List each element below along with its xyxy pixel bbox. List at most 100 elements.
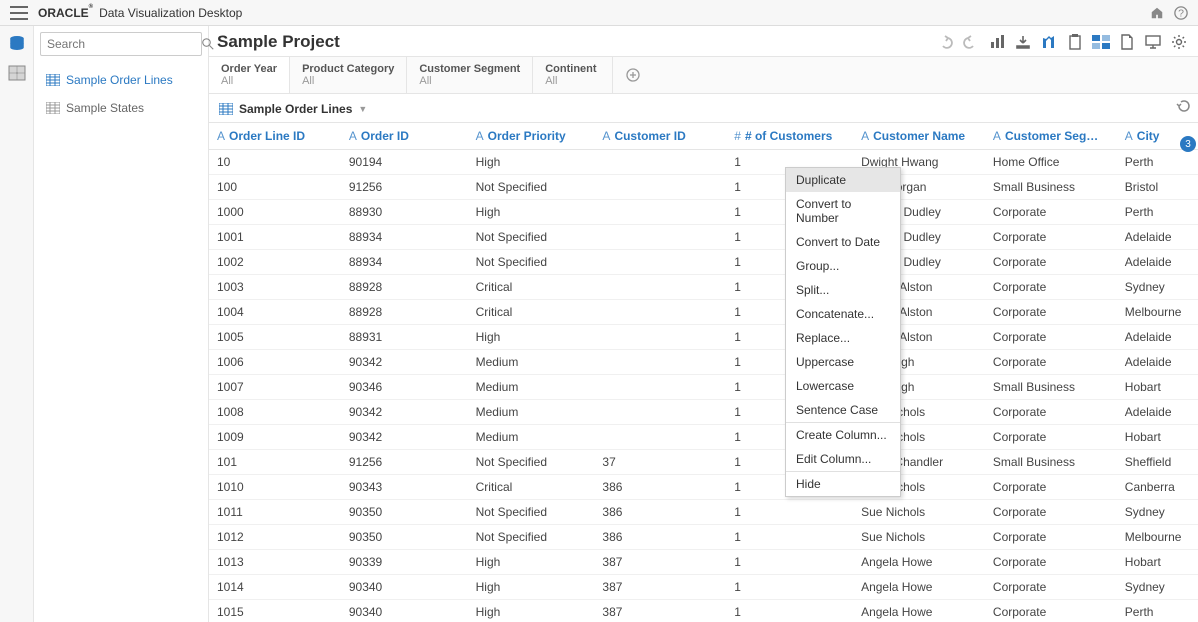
table-cell: Corporate	[985, 300, 1117, 325]
table-cell: Small Business	[985, 175, 1117, 200]
add-filter-icon[interactable]	[613, 57, 653, 93]
search-input[interactable]	[47, 37, 202, 51]
table-row[interactable]: 10091256Not Specified1Ray MorganSmall Bu…	[209, 175, 1198, 200]
column-label: Customer Seg…	[1005, 129, 1098, 143]
table-cell: 1013	[209, 550, 341, 575]
table-cell: Not Specified	[468, 225, 595, 250]
left-rail	[0, 26, 34, 622]
table-cell: Not Specified	[468, 175, 595, 200]
table-row[interactable]: 101190350Not Specified3861Sue NicholsCor…	[209, 500, 1198, 525]
table-cell: Adelaide	[1117, 400, 1198, 425]
table-row[interactable]: 100588931High1Renee AlstonCorporateAdela…	[209, 325, 1198, 350]
table-cell: 1	[726, 550, 853, 575]
table-cell: Angela Howe	[853, 600, 985, 622]
gear-icon[interactable]	[1170, 33, 1188, 51]
data-grid-scroll[interactable]: AOrder Line IDAOrder IDAOrder PriorityAC…	[209, 122, 1198, 622]
recommend-icon[interactable]	[1040, 33, 1058, 51]
dataset-item[interactable]: Sample Order Lines	[40, 66, 202, 94]
context-menu-item[interactable]: Create Column...	[786, 423, 900, 447]
table-cell: 1014	[209, 575, 341, 600]
context-menu-item[interactable]: Sentence Case	[786, 398, 900, 422]
column-header[interactable]: ACustomer Seg…	[985, 123, 1117, 150]
context-menu-item[interactable]: Hide	[786, 472, 900, 496]
table-row[interactable]: 101090343Critical3861Sue NicholsCorporat…	[209, 475, 1198, 500]
filter-cell[interactable]: ContinentAll	[533, 57, 613, 93]
context-menu-item[interactable]: Lowercase	[786, 374, 900, 398]
table-dropdown-icon[interactable]: ▼	[358, 104, 367, 114]
dataset-item[interactable]: Sample States	[40, 94, 202, 122]
table-cell: Corporate	[985, 250, 1117, 275]
table-row[interactable]: 100488928Critical1Renee AlstonCorporateM…	[209, 300, 1198, 325]
visualizations-icon[interactable]	[7, 64, 27, 82]
context-menu-item[interactable]: Replace...	[786, 326, 900, 350]
filter-label: Order Year	[221, 63, 277, 75]
search-input-wrap	[40, 32, 202, 56]
dataset-label: Sample Order Lines	[66, 73, 173, 87]
menu-icon[interactable]	[10, 6, 28, 20]
new-page-icon[interactable]	[1118, 33, 1136, 51]
refresh-icon[interactable]	[1176, 98, 1192, 114]
table-row[interactable]: 100288934Not Specified1Wesley DudleyCorp…	[209, 250, 1198, 275]
prepare-icon[interactable]	[1092, 33, 1110, 51]
brand-logo: ORACLE®	[38, 4, 93, 21]
table-row[interactable]: 10191256Not Specified371Stacy ChandlerSm…	[209, 450, 1198, 475]
context-menu-item[interactable]: Duplicate	[786, 168, 900, 192]
clipboard-icon[interactable]	[1066, 33, 1084, 51]
context-menu-item[interactable]: Edit Column...	[786, 447, 900, 471]
table-row[interactable]: 100690342Medium1Jose HighCorporateAdelai…	[209, 350, 1198, 375]
context-menu-item[interactable]: Convert to Date	[786, 230, 900, 254]
svg-text:?: ?	[1178, 7, 1184, 19]
filter-cell[interactable]: Product CategoryAll	[290, 57, 407, 93]
table-cell: 88931	[341, 325, 468, 350]
table-cell: Adelaide	[1117, 225, 1198, 250]
column-type-icon: A	[1125, 129, 1133, 143]
filter-value: All	[221, 75, 277, 87]
table-cell: 387	[594, 600, 726, 622]
redo-icon[interactable]	[962, 33, 980, 51]
table-row[interactable]: 101390339High3871Angela HoweCorporateHob…	[209, 550, 1198, 575]
column-header[interactable]: AOrder Priority	[468, 123, 595, 150]
table-cell: Hobart	[1117, 425, 1198, 450]
context-menu-item[interactable]: Group...	[786, 254, 900, 278]
table-row[interactable]: 101590340High3871Angela HoweCorporatePer…	[209, 600, 1198, 622]
table-cell: Small Business	[985, 375, 1117, 400]
context-menu-item[interactable]: Uppercase	[786, 350, 900, 374]
column-header[interactable]: ## of Customers	[726, 123, 853, 150]
help-icon[interactable]: ?	[1174, 6, 1188, 20]
column-header[interactable]: ACustomer ID	[594, 123, 726, 150]
table-row[interactable]: 100890342Medium1Sue NicholsCorporateAdel…	[209, 400, 1198, 425]
import-icon[interactable]	[1014, 33, 1032, 51]
table-row[interactable]: 101290350Not Specified3861Sue NicholsCor…	[209, 525, 1198, 550]
table-cell: 1	[726, 500, 853, 525]
present-icon[interactable]	[1144, 33, 1162, 51]
table-cell: 90342	[341, 350, 468, 375]
filter-cell[interactable]: Order YearAll	[209, 57, 290, 93]
table-row[interactable]: 100088930High1Wesley DudleyCorporatePert…	[209, 200, 1198, 225]
context-menu-item[interactable]: Convert to Number	[786, 192, 900, 230]
table-row[interactable]: 100188934Not Specified1Wesley DudleyCorp…	[209, 225, 1198, 250]
bar-chart-icon[interactable]	[988, 33, 1006, 51]
data-sources-icon[interactable]	[7, 34, 27, 52]
undo-icon[interactable]	[936, 33, 954, 51]
filter-cell[interactable]: Customer SegmentAll	[407, 57, 533, 93]
table-row[interactable]: 1090194High1Dwight HwangHome OfficePerth	[209, 150, 1198, 175]
table-cell: High	[468, 200, 595, 225]
recommendation-badge[interactable]: 3	[1180, 136, 1196, 152]
context-menu-item[interactable]: Split...	[786, 278, 900, 302]
column-type-icon: A	[349, 129, 357, 143]
table-row[interactable]: 100388928Critical1Renee AlstonCorporateS…	[209, 275, 1198, 300]
home-icon[interactable]	[1150, 6, 1164, 20]
column-header[interactable]: AOrder Line ID	[209, 123, 341, 150]
table-row[interactable]: 101490340High3871Angela HoweCorporateSyd…	[209, 575, 1198, 600]
table-cell: 1009	[209, 425, 341, 450]
column-label: Order Priority	[488, 129, 566, 143]
column-header[interactable]: ACustomer Name	[853, 123, 985, 150]
filter-value: All	[419, 75, 520, 87]
table-cell	[594, 375, 726, 400]
context-menu-item[interactable]: Concatenate...	[786, 302, 900, 326]
table-cell: Medium	[468, 350, 595, 375]
table-row[interactable]: 100790346Medium1Jose HighSmall BusinessH…	[209, 375, 1198, 400]
table-cell: 90340	[341, 575, 468, 600]
column-header[interactable]: AOrder ID	[341, 123, 468, 150]
table-row[interactable]: 100990342Medium1Sue NicholsCorporateHoba…	[209, 425, 1198, 450]
